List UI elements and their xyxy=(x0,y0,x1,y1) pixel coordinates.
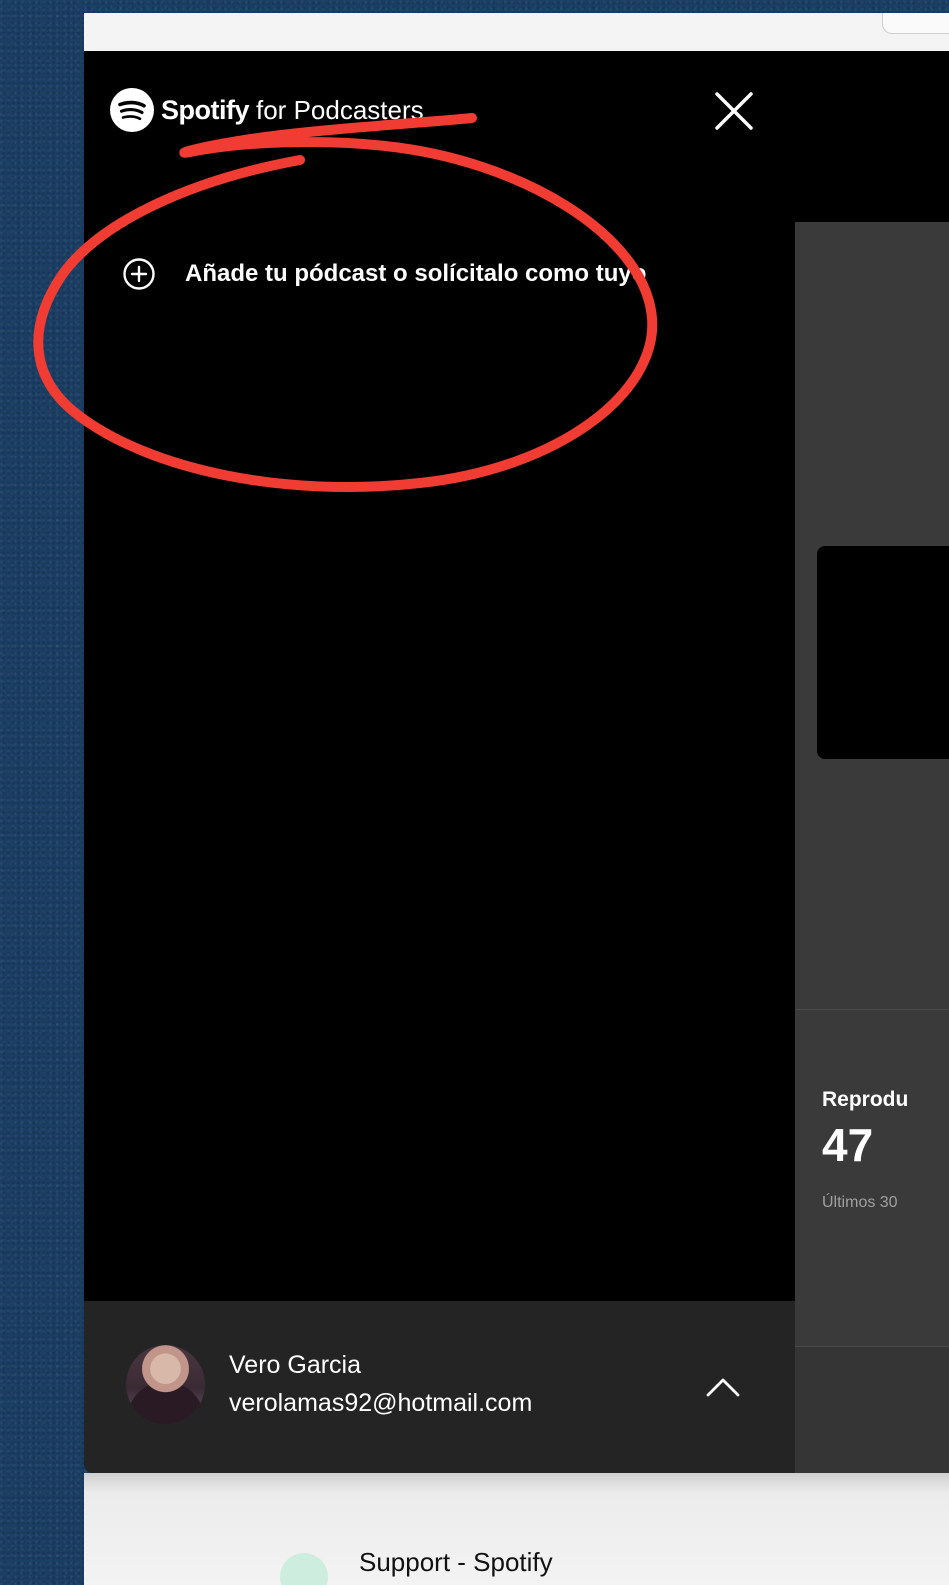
divider xyxy=(795,1009,949,1010)
support-link[interactable]: Support - Spotify xyxy=(359,1547,553,1578)
main-bottom-band xyxy=(795,1347,949,1473)
user-email: verolamas92@hotmail.com xyxy=(229,1389,533,1417)
stat-label: Reprodu xyxy=(822,1088,909,1111)
add-podcast-label: Añade tu pódcast o solícitalo como tuyo xyxy=(185,260,647,287)
page-below: Support - Spotify xyxy=(84,1473,949,1585)
stat-period: Últimos 30 xyxy=(822,1194,898,1211)
add-podcast-button[interactable]: Añade tu pódcast o solícitalo como tuyo xyxy=(122,257,646,291)
browser-top-strip xyxy=(84,13,949,51)
brand-suffix: for Podcasters xyxy=(256,94,424,125)
app-window: Reprodu 47 Últimos 30 Spotify for Podcas… xyxy=(84,51,949,1473)
account-panel[interactable]: Vero Garcia verolamas92@hotmail.com xyxy=(84,1301,795,1473)
plus-circle-icon xyxy=(123,258,155,290)
main-content: Reprodu 47 Últimos 30 xyxy=(795,222,949,1473)
close-icon[interactable] xyxy=(712,89,756,133)
browser-tab-edge[interactable] xyxy=(882,13,949,34)
user-name: Vero Garcia xyxy=(229,1351,362,1379)
chevron-up-icon[interactable] xyxy=(704,1375,742,1399)
support-site-icon xyxy=(280,1553,328,1585)
media-card[interactable] xyxy=(817,546,949,759)
brand-name: Spotify xyxy=(161,94,250,125)
brand-logo[interactable]: Spotify for Podcasters xyxy=(109,87,424,133)
spotify-logo-icon xyxy=(110,88,154,132)
stat-value: 47 xyxy=(822,1119,874,1171)
avatar xyxy=(126,1345,205,1424)
navigation-drawer: Spotify for Podcasters Añade tu pódcast … xyxy=(84,51,795,1473)
